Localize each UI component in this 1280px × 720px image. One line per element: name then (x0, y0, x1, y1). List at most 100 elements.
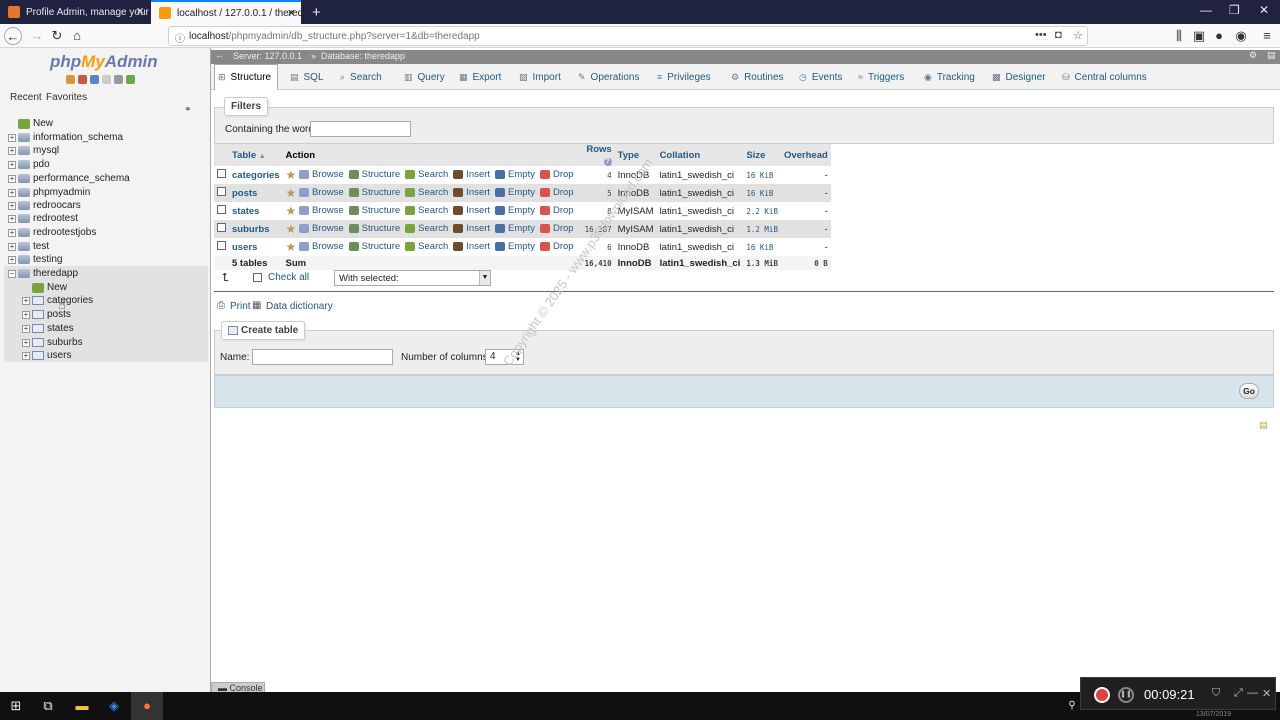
row-checkbox[interactable] (217, 223, 226, 232)
collapse-top-icon[interactable]: ▤ (1267, 50, 1276, 61)
settings-gear-icon[interactable]: ⚙ (1249, 50, 1257, 61)
expand-icon[interactable]: + (8, 174, 16, 183)
tree-item-new-table[interactable]: New (22, 281, 67, 294)
browser-tab-profile-admin[interactable]: Profile Admin, manage your ac × (0, 0, 150, 24)
structure-action[interactable]: Structure (348, 169, 400, 180)
tab-privileges[interactable]: ≡ Privileges (654, 64, 711, 90)
expand-icon[interactable]: + (22, 338, 30, 347)
browse-action[interactable]: Browse (298, 187, 344, 198)
tree-item-database[interactable]: + redroocars (8, 199, 81, 212)
logout-icon[interactable] (78, 75, 87, 84)
tab-tracking[interactable]: ◉ Tracking (921, 64, 975, 90)
structure-action[interactable]: Structure (348, 223, 400, 234)
vscode-icon[interactable]: ◈ (98, 692, 130, 720)
marker-icon[interactable]: ⛉ (1212, 687, 1220, 700)
tab-query[interactable]: ▥ Query (401, 64, 445, 90)
tree-item-table[interactable]: + users (22, 349, 71, 362)
tab-structure[interactable]: ⊞ Structure (214, 64, 278, 90)
expand-icon[interactable]: + (8, 228, 16, 237)
collapse-icon[interactable]: − (8, 269, 16, 278)
tree-item-database[interactable]: + performance_schema (8, 172, 130, 185)
search-action[interactable]: Search (405, 205, 448, 216)
drop-action[interactable]: Drop (539, 187, 574, 198)
close-tab-icon[interactable]: × (287, 6, 295, 20)
sidebar-toggle-icon[interactable]: ▣ (1190, 27, 1208, 45)
tree-item-database[interactable]: + mysql (8, 144, 59, 157)
back-icon[interactable]: ← (4, 27, 22, 45)
stop-recording-icon[interactable] (1094, 687, 1110, 703)
tree-item-database[interactable]: + pdo (8, 158, 50, 171)
table-name-link[interactable]: categories (232, 170, 280, 181)
column-header-overhead[interactable]: Overhead (780, 144, 831, 166)
empty-action[interactable]: Empty (495, 241, 535, 252)
close-window-icon[interactable]: ✕ (1259, 3, 1269, 17)
settings-icon[interactable] (114, 75, 123, 84)
row-checkbox[interactable] (217, 169, 226, 178)
tab-triggers[interactable]: ≈ Triggers (855, 64, 904, 90)
insert-action[interactable]: Insert (453, 169, 490, 180)
pause-icon[interactable]: ❚❚ (1118, 687, 1134, 703)
insert-action[interactable]: Insert (453, 241, 490, 252)
recent-tab[interactable]: Recent (10, 92, 42, 103)
row-checkbox[interactable] (217, 241, 226, 250)
favorite-star-icon[interactable]: ★ (286, 204, 297, 218)
go-button[interactable]: Go (1239, 383, 1259, 399)
tab-events[interactable]: ◷ Events (796, 64, 842, 90)
tree-item-table[interactable]: + suburbs (22, 336, 83, 349)
search-action[interactable]: Search (405, 187, 448, 198)
table-name-link[interactable]: users (232, 242, 257, 253)
tree-item-database[interactable]: + redrootest (8, 212, 78, 225)
minimize-icon[interactable]: — (1200, 3, 1212, 17)
row-checkbox[interactable] (217, 205, 226, 214)
insert-action[interactable]: Insert (453, 187, 490, 198)
restore-icon[interactable]: ❐ (1229, 3, 1240, 17)
search-action[interactable]: Search (405, 241, 448, 252)
drop-action[interactable]: Drop (539, 223, 574, 234)
tab-routines[interactable]: ⚙ Routines (728, 64, 784, 90)
drop-action[interactable]: Drop (539, 241, 574, 252)
structure-action[interactable]: Structure (348, 205, 400, 216)
print-link[interactable]: Print (230, 301, 251, 312)
browse-action[interactable]: Browse (298, 241, 344, 252)
menu-icon[interactable]: ≡ (1258, 27, 1276, 45)
notes-icon[interactable]: ▤ (1259, 420, 1268, 431)
empty-action[interactable]: Empty (495, 187, 535, 198)
expand-icon[interactable]: + (8, 201, 16, 210)
tab-import[interactable]: ▧ Import (516, 64, 561, 90)
insert-action[interactable]: Insert (453, 205, 490, 216)
page-info-icon[interactable]: ⓘ (175, 30, 185, 45)
account-icon[interactable]: ● (1210, 27, 1228, 45)
table-name-link[interactable]: suburbs (232, 224, 269, 235)
reload-nav-icon[interactable] (126, 75, 135, 84)
tab-operations[interactable]: ✎ Operations (575, 64, 639, 90)
tab-export[interactable]: ▦ Export (456, 64, 501, 90)
page-actions-icon[interactable]: ••• (1035, 29, 1047, 41)
structure-action[interactable]: Structure (348, 187, 400, 198)
extension-icon[interactable]: ◉ (1232, 27, 1250, 45)
tree-item-database[interactable]: + information_schema (8, 131, 123, 144)
empty-action[interactable]: Empty (495, 223, 535, 234)
bookmark-star-icon[interactable]: ☆ (1073, 29, 1083, 42)
empty-action[interactable]: Empty (495, 205, 535, 216)
filter-input[interactable] (310, 121, 411, 137)
empty-action[interactable]: Empty (495, 169, 535, 180)
sql-docs-icon[interactable] (102, 75, 111, 84)
check-all-checkbox[interactable] (253, 273, 262, 282)
browse-action[interactable]: Browse (298, 169, 344, 180)
breadcrumb-database[interactable]: Database: theredapp (321, 51, 405, 61)
tree-item-database-active[interactable]: − theredapp (8, 267, 78, 280)
table-name-input[interactable] (252, 349, 393, 365)
drop-action[interactable]: Drop (539, 205, 574, 216)
check-all-label[interactable]: Check all (268, 272, 309, 283)
drop-action[interactable]: Drop (539, 169, 574, 180)
url-bar[interactable]: ⓘ localhost/phpmyadmin/db_structure.php?… (168, 26, 1088, 46)
reload-icon[interactable]: ↻ (48, 27, 66, 45)
favorites-tab[interactable]: Favorites (46, 92, 87, 103)
task-view-icon[interactable]: ⧉ (32, 692, 64, 720)
tab-search[interactable]: ⌕ Search (337, 64, 382, 90)
favorite-star-icon[interactable]: ★ (286, 186, 297, 200)
tab-central-columns[interactable]: ⛁ Central columns (1059, 64, 1147, 90)
expand-icon[interactable]: + (22, 351, 30, 360)
column-header-size[interactable]: Size (743, 144, 781, 166)
column-header-collation[interactable]: Collation (656, 144, 744, 166)
